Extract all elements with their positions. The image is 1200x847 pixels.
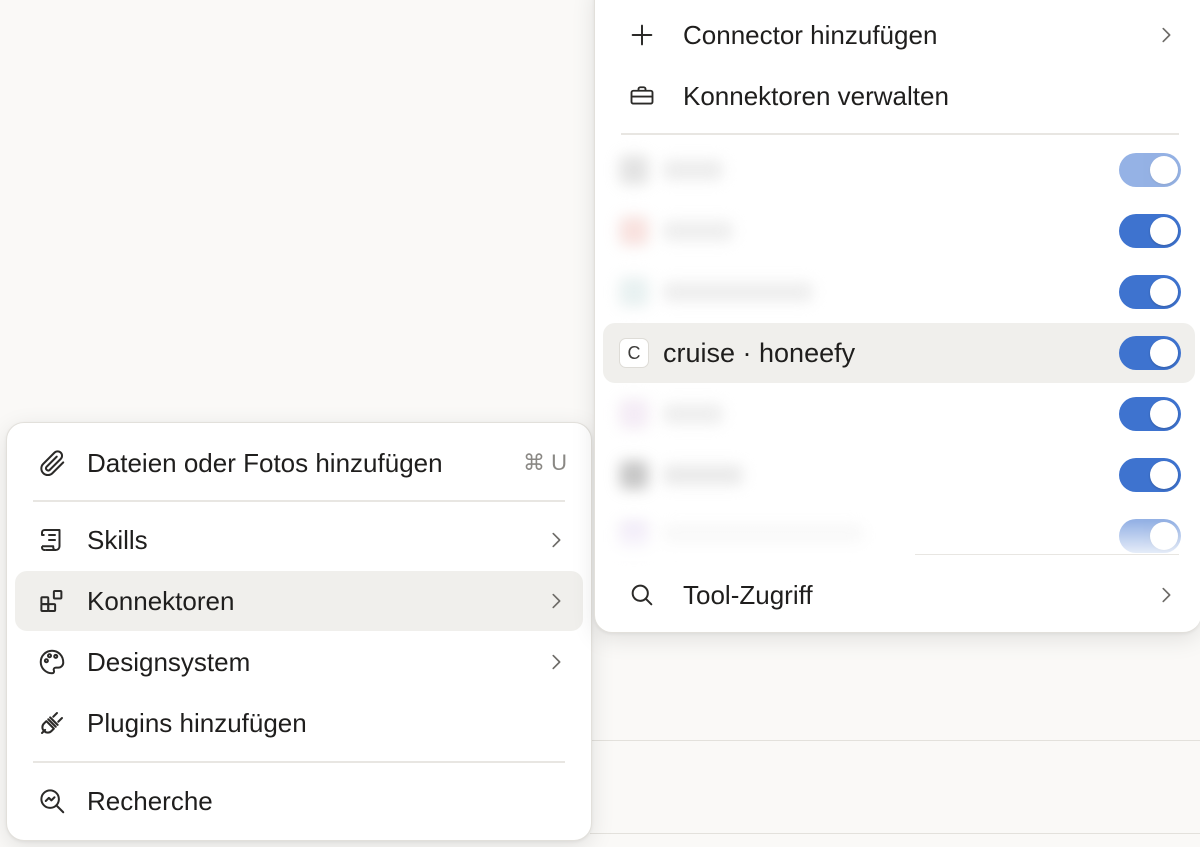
divider — [33, 500, 565, 502]
connectors-item[interactable]: Konnektoren — [15, 571, 583, 631]
chevron-right-icon — [1155, 584, 1177, 606]
connector-row[interactable] — [603, 445, 1195, 505]
add-files-item[interactable]: Dateien oder Fotos hinzufügen ⌘ U — [15, 433, 583, 493]
skills-item[interactable]: Skills — [15, 510, 583, 570]
chevron-right-icon — [545, 529, 567, 551]
designsystem-item[interactable]: Designsystem — [15, 632, 583, 692]
add-files-label: Dateien oder Fotos hinzufügen — [87, 447, 443, 478]
scroll-icon — [35, 523, 69, 557]
briefcase-icon — [625, 79, 659, 113]
plugins-label: Plugins hinzufügen — [87, 707, 307, 738]
connector-label — [663, 160, 723, 180]
tool-access-label: Tool-Zugriff — [683, 579, 813, 610]
connector-row-cruise[interactable]: C cruise · honeefy — [603, 323, 1195, 383]
connector-toggle[interactable] — [1119, 336, 1181, 370]
connector-row[interactable] — [603, 201, 1195, 261]
connector-icon — [619, 399, 649, 429]
connector-icon — [619, 460, 649, 490]
connector-label — [663, 526, 863, 546]
designsystem-label: Designsystem — [87, 646, 251, 677]
connector-icon-cruise: C — [619, 338, 649, 368]
connector-label — [663, 465, 743, 485]
search-icon — [625, 578, 659, 612]
plug-icon — [35, 706, 69, 740]
connector-label: cruise · honeefy — [663, 337, 856, 368]
connector-toggle[interactable] — [1119, 153, 1181, 187]
connectors-label: Konnektoren — [87, 585, 235, 616]
chevron-right-icon — [1155, 24, 1177, 46]
manage-connectors-item[interactable]: Konnektoren verwalten — [603, 66, 1195, 126]
connector-toggle[interactable] — [1119, 458, 1181, 492]
skills-label: Skills — [87, 524, 148, 555]
research-label: Recherche — [87, 785, 213, 816]
shortcut-hint: ⌘ U — [523, 450, 567, 475]
research-item[interactable]: Recherche — [15, 771, 583, 831]
add-connector-item[interactable]: Connector hinzufügen — [603, 5, 1195, 65]
connector-row[interactable] — [603, 262, 1195, 322]
connector-row[interactable] — [603, 506, 1195, 566]
connector-toggle[interactable] — [1119, 519, 1181, 553]
connector-row[interactable] — [603, 140, 1195, 200]
plugins-item[interactable]: Plugins hinzufügen — [15, 693, 583, 753]
connectors-submenu: Connector hinzufügen Konnektoren verwalt… — [594, 0, 1200, 633]
divider — [915, 554, 1179, 555]
manage-connectors-label: Konnektoren verwalten — [683, 80, 949, 111]
connector-label — [663, 221, 733, 241]
research-icon — [35, 784, 69, 818]
add-connector-label: Connector hinzufügen — [683, 19, 938, 50]
connector-toggle[interactable] — [1119, 214, 1181, 248]
connector-toggle[interactable] — [1119, 397, 1181, 431]
connector-row[interactable] — [603, 384, 1195, 444]
connector-label — [663, 404, 723, 424]
grid-plus-icon — [35, 584, 69, 618]
connector-icon — [619, 155, 649, 185]
chevron-right-icon — [545, 651, 567, 673]
connector-label — [663, 282, 813, 302]
tool-access-item[interactable]: Tool-Zugriff — [603, 565, 1195, 625]
connector-icon — [619, 216, 649, 246]
connector-icon — [619, 521, 649, 551]
composer-area — [590, 740, 1200, 834]
plus-icon — [625, 18, 659, 52]
divider — [621, 133, 1179, 135]
palette-icon — [35, 645, 69, 679]
chevron-right-icon — [545, 590, 567, 612]
attachment-menu: Dateien oder Fotos hinzufügen ⌘ U Skills… — [6, 422, 592, 841]
divider — [33, 761, 565, 763]
connector-icon — [619, 277, 649, 307]
connector-toggle[interactable] — [1119, 275, 1181, 309]
paperclip-icon — [35, 446, 69, 480]
